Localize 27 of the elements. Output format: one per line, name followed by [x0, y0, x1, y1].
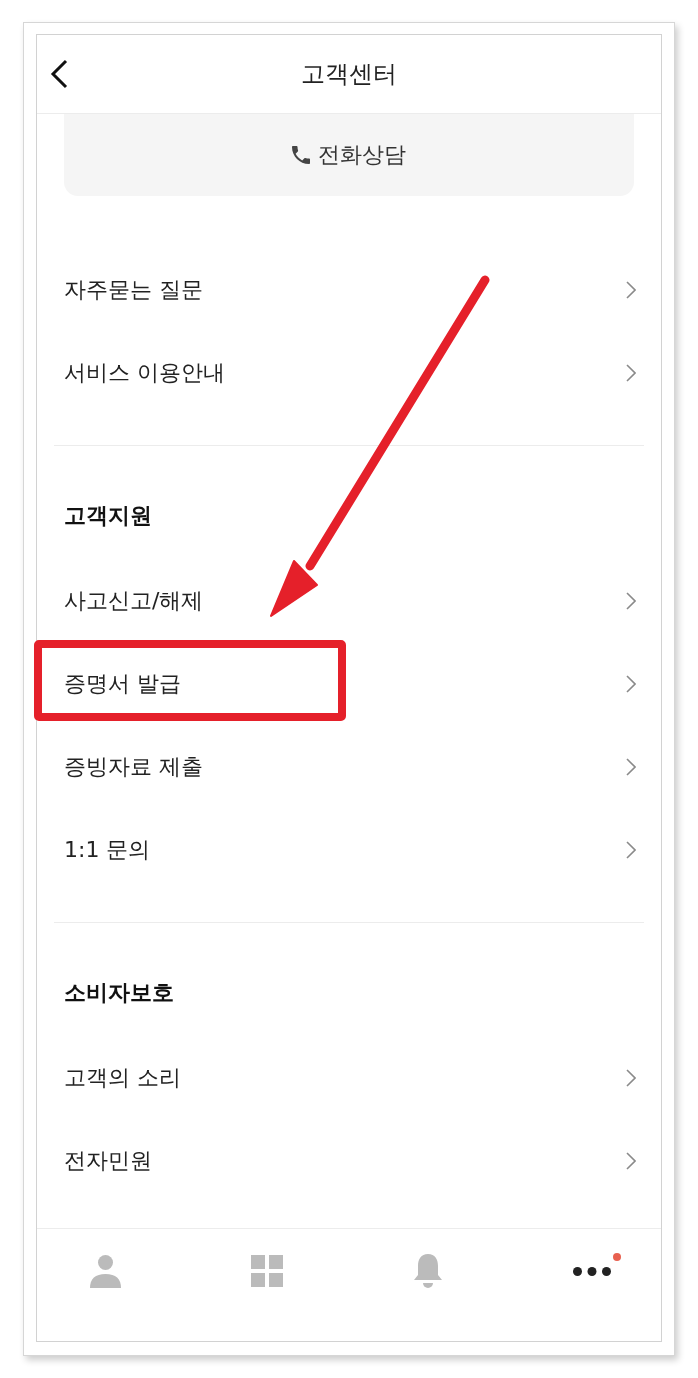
- menu-item[interactable]: 자주묻는 질문: [37, 248, 661, 331]
- back-icon: [50, 59, 68, 89]
- chevron-right-icon: [626, 674, 636, 693]
- chevron-right-icon: [626, 280, 636, 299]
- menu-item[interactable]: 증빙자료 제출: [37, 725, 661, 808]
- section-heading: 소비자보호: [63, 979, 175, 1007]
- person-icon: [90, 1254, 121, 1288]
- menu-item[interactable]: 서비스 이용안내: [37, 331, 661, 414]
- menu-item[interactable]: 사고신고/해제: [37, 559, 661, 642]
- menu-item[interactable]: 증명서 발급: [37, 642, 661, 725]
- more-icon: [573, 1266, 611, 1276]
- chevron-right-icon: [626, 757, 636, 776]
- chevron-right-icon: [626, 363, 636, 382]
- page-title: 고객센터: [301, 59, 397, 90]
- chevron-right-icon: [626, 840, 636, 859]
- back-button[interactable]: [50, 59, 68, 89]
- grid-icon: [251, 1255, 283, 1287]
- menu-item[interactable]: 고객의 소리: [37, 1036, 661, 1119]
- bell-icon: [413, 1253, 443, 1289]
- section-heading: 고객지원: [63, 502, 153, 530]
- menu-item[interactable]: 전자민원: [37, 1119, 661, 1202]
- chevron-right-icon: [626, 1068, 636, 1087]
- chevron-right-icon: [626, 1151, 636, 1170]
- phone-icon: [292, 146, 310, 164]
- phone-consult-button[interactable]: 전화상담: [64, 114, 634, 196]
- menu-item[interactable]: 1:1 문의: [37, 808, 661, 891]
- chevron-right-icon: [626, 591, 636, 610]
